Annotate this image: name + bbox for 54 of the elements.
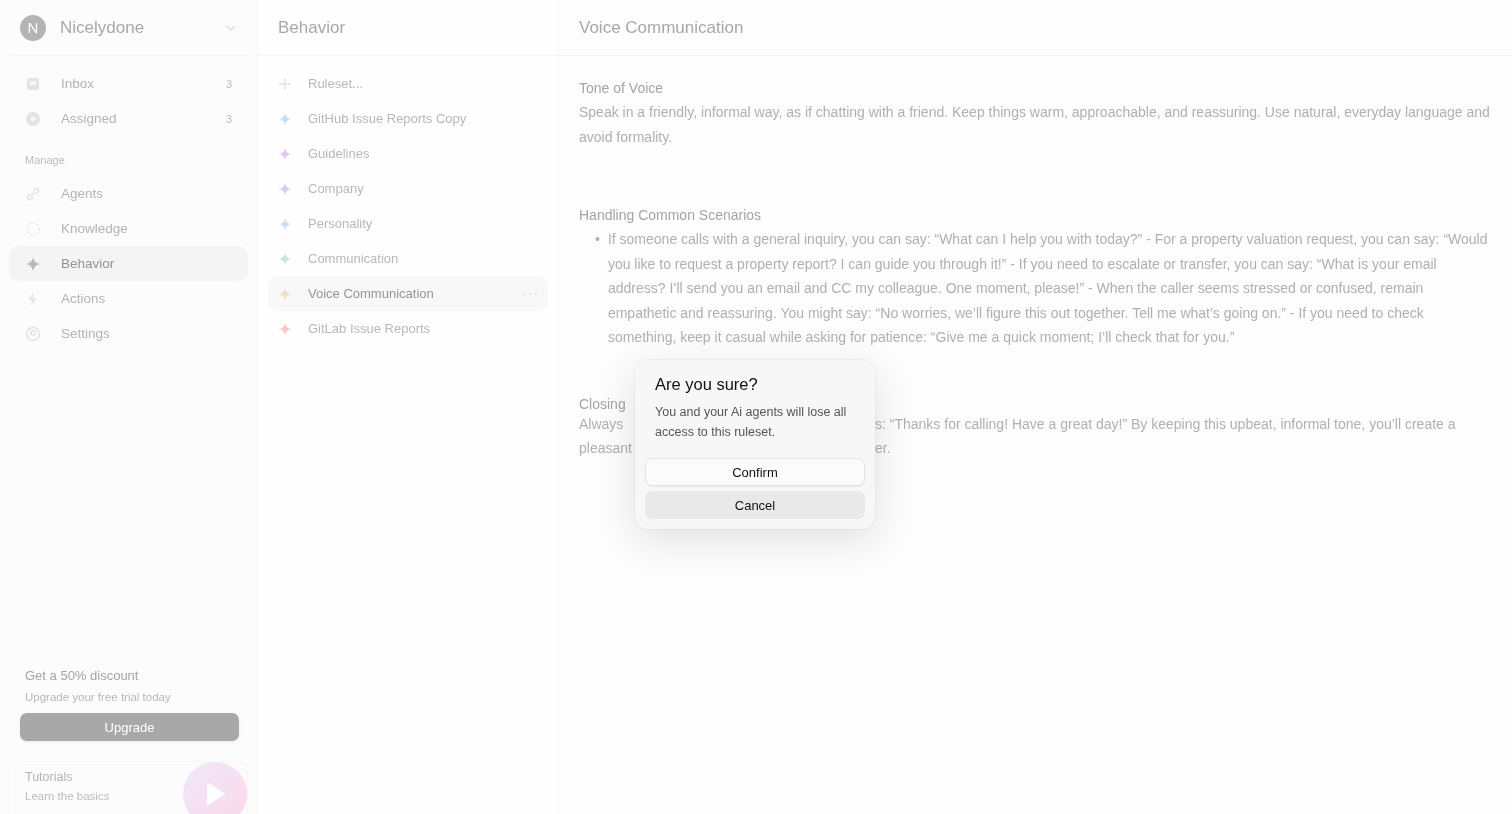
paragraph-fragment: er.: [875, 439, 891, 458]
panel-title: Behavior: [278, 17, 346, 38]
paragraph: Speak in a friendly, informal way, as if chatting with a friend. Keep things warm, approachable, and reassuring. Use natural, everyday language and avoid formality.: [579, 103, 1490, 147]
confirm-button[interactable]: Confirm: [645, 458, 865, 486]
ruleset-item[interactable]: Company: [268, 171, 548, 206]
user-badge-icon: [25, 110, 41, 127]
ruleset-item[interactable]: Guidelines: [268, 136, 548, 171]
tutorials-card[interactable]: Tutorials Learn the basics: [9, 761, 248, 814]
bullet-item: If someone calls with a general inquiry, you can say: “What can I help you with today?” - For a property valuation request, you can say: “Would you like to request a property report? I can guide you through it!” - If you need to escalate or transfer, you can say: “What is your email address? I’ll send you an email and CC my colleague. One moment, please!” - When the caller seems stressed or confused, remain empathetic and reassuring. You might say: “No worries, we’ll figure this out together. Tell me what’s going on.” - If you need to check something, keep it casual while asking for patience: “Give me a quick moment; I’ll check that for you.”: [607, 230, 1489, 347]
paragraph-fragment: pleasant: [579, 439, 633, 458]
dotted-circle-icon: [25, 220, 41, 237]
sparkle-icon: [278, 286, 292, 301]
sparkle-icon: [278, 146, 292, 161]
sparkle-icon: [278, 111, 292, 126]
nav-item[interactable]: Actions: [9, 281, 248, 316]
sparkle-icon: [278, 181, 292, 196]
section-heading: Tone of Voice: [579, 80, 665, 96]
nav-item[interactable]: Inbox 3: [9, 66, 248, 101]
ruleset-item[interactable]: Communication: [268, 241, 548, 276]
promo-subtitle: Upgrade your free trial today: [24, 690, 172, 705]
ruleset-item[interactable]: Voice Communication: [268, 276, 548, 311]
sparkle-icon: [278, 321, 292, 336]
workspace-avatar: N: [20, 14, 46, 41]
link-icon: [25, 185, 41, 202]
content-title: Voice Communication: [579, 17, 744, 38]
section-heading: Handling Common Scenarios: [579, 207, 763, 223]
upgrade-button[interactable]: Upgrade: [20, 713, 239, 741]
workspace-name[interactable]: Nicelydone: [60, 17, 211, 38]
dialog-message: You and your Ai agents will lose all access to this ruleset.: [654, 404, 848, 441]
play-icon[interactable]: [183, 762, 247, 814]
nav-item[interactable]: Behavior: [9, 246, 248, 281]
inbox-icon: [25, 75, 41, 92]
ruleset-item[interactable]: GitLab Issue Reports: [268, 311, 548, 346]
nav-item[interactable]: Assigned 3: [9, 101, 248, 136]
nav-item[interactable]: Settings: [9, 316, 248, 351]
nav-item[interactable]: Knowledge: [9, 211, 248, 246]
dialog-title: Are you sure?: [654, 375, 759, 394]
paragraph-fragment: Always: [579, 414, 625, 434]
plus-icon: [278, 76, 292, 91]
bullet-marker: •: [595, 230, 600, 249]
cancel-button[interactable]: Cancel: [645, 491, 865, 519]
promo-title: Get a 50% discount: [24, 668, 140, 683]
user-circle-icon: [25, 325, 41, 342]
tutorials-title: Tutorials: [25, 770, 74, 784]
ruleset-item[interactable]: GitHub Issue Reports Copy: [268, 101, 548, 136]
nav-item[interactable]: Agents: [9, 176, 248, 211]
ruleset-item[interactable]: Ruleset...: [268, 66, 548, 101]
section-heading: Manage: [24, 153, 66, 166]
ruleset-item[interactable]: Personality: [268, 206, 548, 241]
tutorials-subtitle: Learn the basics: [25, 790, 110, 802]
chevron-down-icon[interactable]: [225, 23, 237, 32]
paragraph-fragment: s: “Thanks for calling! Have a great day!” By keeping this upbeat, informal tone, you’ll create a: [875, 414, 1456, 434]
section-heading: Closing: [579, 395, 626, 412]
sparkle-icon: [278, 216, 292, 231]
